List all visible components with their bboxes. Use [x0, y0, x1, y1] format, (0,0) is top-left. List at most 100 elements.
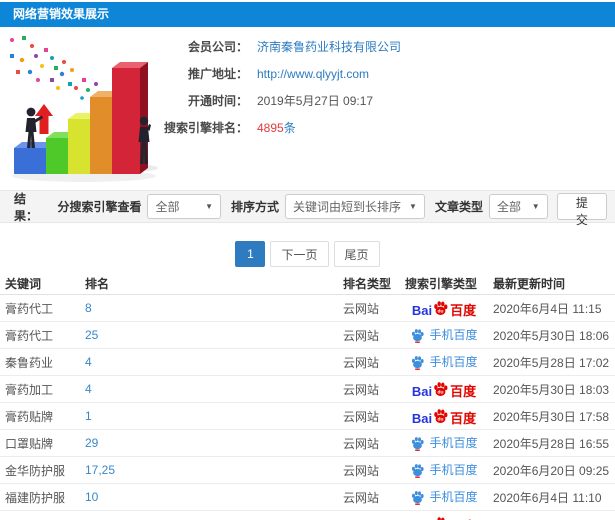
- table-row: 膏药加工 4 云网站 Bai du 百度 2020年5月30日 18:03: [0, 376, 615, 403]
- info-row-company: 会员公司： 济南秦鲁药业科技有限公司: [164, 33, 401, 60]
- bar-chart-illustration: [2, 32, 174, 184]
- updated-time-cell: 2020年6月4日 11:15: [493, 301, 602, 316]
- article-type-label: 文章类型: [434, 200, 483, 214]
- header-keyword: 关键词: [5, 276, 42, 291]
- keyword-rank-table: 关键词 排名 排名类型 搜索引擎类型 最新更新时间 膏药代工 8 云网站 Bai du 百…: [0, 272, 615, 520]
- updated-time-cell: 2020年5月30日 18:03: [493, 382, 610, 397]
- updated-time-cell: 2020年6月20日 09:25: [493, 463, 610, 478]
- mobile-baidu-logo: 手机百度: [410, 463, 478, 478]
- rank-link[interactable]: 4: [85, 382, 92, 396]
- rank-link[interactable]: 8: [85, 301, 92, 315]
- table-row: 膏药贴牌 1 云网站 Bai du 百度 2020年5月30日 17:58: [0, 403, 615, 430]
- baidu-logo-text-cn: 百度: [450, 410, 477, 425]
- baidu-logo-text-cn: 百度: [450, 302, 477, 317]
- rank-cell: 4: [80, 382, 338, 396]
- engine-type-cell: 手机百度: [400, 436, 488, 451]
- table-row: 膏药代工 8 云网站 Bai du 百度 2020年6月4日 11:15: [0, 295, 615, 322]
- rank-type-cell: 云网站: [343, 355, 380, 370]
- baidu-logo-text-bai: Bai: [411, 410, 433, 425]
- engine-type-cell: Baidu 百度: [400, 408, 488, 425]
- svg-text:du: du: [438, 416, 444, 422]
- sort-filter-value: 关键词由短到长排序: [293, 200, 402, 214]
- mobile-baidu-logo: 手机百度: [410, 328, 478, 343]
- rank-link[interactable]: 10: [85, 490, 98, 504]
- engine-type-cell: 手机百度: [400, 490, 488, 505]
- rank-type-cell: 云网站: [343, 436, 380, 451]
- keyword-cell: 金华防护服: [5, 463, 66, 478]
- sort-filter-select[interactable]: 关键词由短到长排序 ▼: [285, 194, 425, 219]
- company-label: 会员公司：: [187, 40, 248, 54]
- mobile-baidu-label: 手机百度: [429, 436, 478, 450]
- svg-text:du: du: [438, 389, 444, 395]
- article-type-select[interactable]: 全部 ▼: [488, 194, 548, 219]
- rank-link[interactable]: 29: [85, 436, 98, 450]
- engine-type-cell: Baidu百度: [400, 516, 488, 520]
- keyword-cell: 膏药加工: [5, 382, 54, 397]
- rank-link[interactable]: 17,25: [85, 463, 115, 477]
- promo-url-link[interactable]: http://www.qlyyjt.com: [257, 67, 369, 81]
- rank-type-cell: 云网站: [343, 382, 380, 397]
- baidu-paw-icon: [412, 463, 425, 478]
- chevron-down-icon: ▼: [531, 202, 540, 211]
- baidu-logo: Baidu百度: [412, 300, 476, 317]
- company-info-fields: 会员公司： 济南秦鲁药业科技有限公司 推广地址： http://www.qlyy…: [164, 33, 401, 141]
- page-title: 网络营销效果展示: [13, 7, 110, 21]
- keyword-cell: 膏药代工: [5, 301, 54, 316]
- submit-button[interactable]: 提交: [556, 193, 607, 227]
- mobile-baidu-label: 手机百度: [429, 490, 478, 504]
- rank-count-label: 搜索引擎排名：: [164, 121, 249, 135]
- updated-time-cell: 2020年5月28日 16:55: [493, 436, 610, 451]
- keyword-cell: 口罩贴牌: [5, 436, 54, 451]
- baidu-paw-icon: [412, 328, 425, 343]
- promo-url-label: 推广地址：: [187, 67, 248, 81]
- rank-type-cell: 云网站: [343, 490, 380, 505]
- last-page-button[interactable]: 尾页: [333, 241, 380, 267]
- header-rank: 排名: [85, 276, 110, 291]
- baidu-logo: Baidu百度: [412, 516, 476, 520]
- mobile-baidu-logo: 手机百度: [410, 355, 478, 370]
- baidu-logo: Baidu 百度: [412, 408, 476, 425]
- table-row-partial: Baidu百度: [0, 511, 615, 520]
- rank-count-number: 4895: [257, 121, 284, 135]
- rank-count-suffix: 条: [283, 121, 296, 135]
- chevron-down-icon: ▼: [205, 202, 214, 211]
- engine-type-cell: Baidu百度: [400, 381, 488, 398]
- baidu-paw-icon: du: [434, 300, 448, 315]
- updated-time-cell: 2020年5月28日 17:02: [493, 355, 610, 370]
- rank-cell: 29: [80, 436, 338, 450]
- chevron-down-icon: ▼: [409, 202, 417, 211]
- updated-time-cell: 2020年6月4日 11:10: [493, 490, 602, 505]
- keyword-cell: 膏药代工: [5, 328, 54, 343]
- open-time-label: 开通时间：: [187, 94, 248, 108]
- next-page-button[interactable]: 下一页: [270, 241, 329, 267]
- page-button-current[interactable]: 1: [235, 241, 266, 267]
- rank-link[interactable]: 1: [85, 409, 92, 423]
- keyword-cell: 膏药贴牌: [5, 409, 54, 424]
- table-row: 口罩贴牌 29 云网站 手机百度 2020年5月28日 16:55: [0, 430, 615, 457]
- info-row-rank-count: 搜索引擎排名： 4895条: [164, 114, 401, 141]
- rank-link[interactable]: 4: [85, 355, 92, 369]
- header-engine-type: 搜索引擎类型: [405, 276, 478, 291]
- pagination: 1 下一页 尾页: [0, 241, 615, 267]
- baidu-logo-text-bai: Bai: [411, 302, 433, 317]
- rank-link[interactable]: 25: [85, 328, 98, 342]
- mobile-baidu-logo: 手机百度: [410, 490, 478, 505]
- baidu-paw-icon: [412, 490, 425, 505]
- engine-type-cell: 手机百度: [400, 328, 488, 343]
- rank-type-cell: 云网站: [343, 328, 380, 343]
- engine-filter-select[interactable]: 全部 ▼: [147, 194, 222, 219]
- table-row: 膏药代工 25 云网站 手机百度 2020年5月30日 18:06: [0, 322, 615, 349]
- company-name-link[interactable]: 济南秦鲁药业科技有限公司: [257, 38, 401, 55]
- table-row: 福建防护服 10 云网站 手机百度 2020年6月4日 11:10: [0, 484, 615, 511]
- mobile-baidu-label: 手机百度: [429, 328, 478, 342]
- mobile-baidu-label: 手机百度: [429, 355, 478, 369]
- open-time-value: 2019年5月27日 09:17: [257, 94, 374, 108]
- rank-cell: 1: [80, 409, 338, 423]
- engine-type-cell: 手机百度: [400, 463, 488, 478]
- rank-type-cell: 云网站: [343, 301, 380, 316]
- baidu-paw-icon: du: [434, 381, 448, 396]
- rank-count-value: 4895条: [257, 119, 296, 136]
- company-info-section: 会员公司： 济南秦鲁药业科技有限公司 推广地址： http://www.qlyy…: [0, 30, 615, 188]
- bar-chart-illustration-svg: [10, 36, 158, 182]
- mobile-baidu-label: 手机百度: [429, 463, 478, 477]
